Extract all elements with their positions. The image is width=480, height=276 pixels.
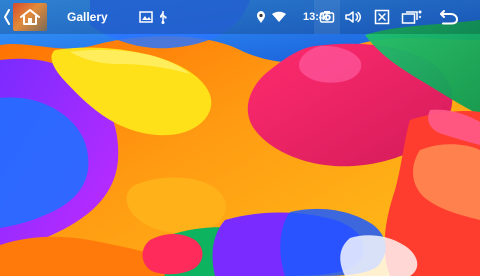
app-title: Gallery bbox=[67, 10, 108, 24]
image-icon bbox=[138, 0, 154, 34]
location-pin-icon bbox=[254, 0, 268, 34]
home-screen: Gallery 13:46 bbox=[0, 0, 480, 276]
home-button[interactable] bbox=[12, 0, 48, 34]
home-icon bbox=[13, 3, 47, 31]
volume-icon[interactable] bbox=[342, 0, 364, 34]
usb-icon bbox=[156, 0, 170, 34]
wifi-icon bbox=[270, 0, 288, 34]
camera-icon[interactable] bbox=[314, 0, 340, 34]
status-bar: Gallery 13:46 bbox=[0, 0, 480, 34]
close-box-icon[interactable] bbox=[371, 0, 393, 34]
multi-window-icon[interactable] bbox=[398, 0, 426, 34]
back-arrow-icon[interactable] bbox=[434, 0, 462, 34]
wallpaper bbox=[0, 0, 480, 276]
